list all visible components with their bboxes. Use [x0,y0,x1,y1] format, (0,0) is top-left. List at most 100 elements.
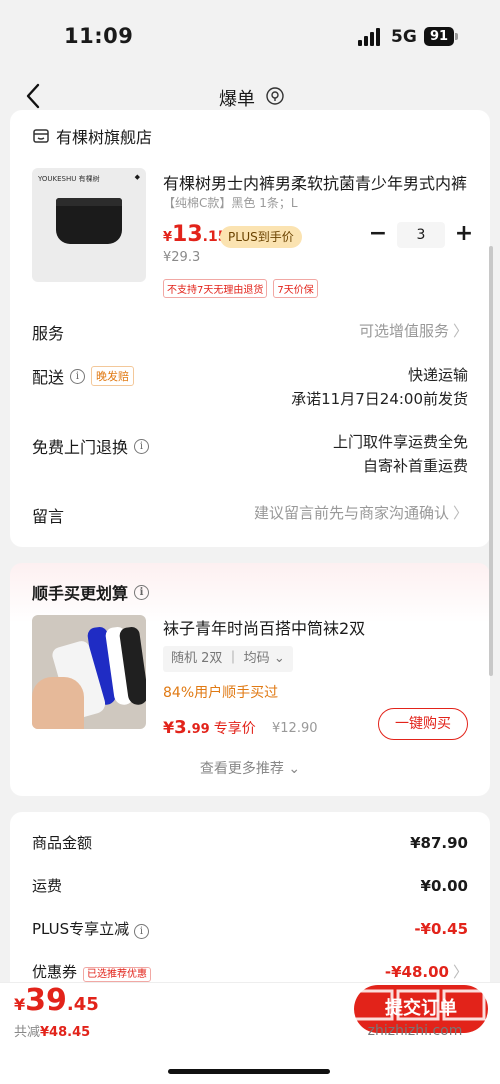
coupon-row[interactable]: 优惠券 已选推荐优惠 -¥48.00 〉 [32,961,468,982]
service-value[interactable]: 可选增值服务〉 [359,319,468,343]
saved-label: 共减 [14,1025,41,1040]
checkout-bar: ¥39.45 共减¥48.45 提交订单 zhizhizhi.com [0,982,500,1084]
one-click-buy-button[interactable]: 一键购买 [378,708,468,740]
decrease-button[interactable]: − [365,222,391,248]
chevron-right-icon: 〉 [452,963,468,981]
service-label: 服务 [32,320,64,344]
addon-title-text: 顺手买更划算 [32,584,129,603]
chevron-down-icon: ⌄ [273,651,285,666]
shop-name: 有棵树旗舰店 [56,128,153,147]
coupon-label-text: 优惠券 [32,963,78,981]
order-card: 有棵树旗舰店 YOUKESHU 有棵树 ◆ 有棵树男士内裤男柔软抗菌青少年男式内… [10,110,490,547]
scrollbar[interactable] [489,246,493,676]
addon-spec-select[interactable]: 随机 2双 ｜ 均码 ⌄ [163,646,293,672]
goods-amount-label: 商品金额 [32,834,93,852]
message-label-text: 留言 [32,507,65,526]
message-input[interactable]: 建议留言前先与商家沟通确认〉 [254,501,468,525]
hand-picture [32,677,84,729]
price-currency: ¥ [163,230,173,245]
addon-price-currency: ¥ [163,718,175,737]
total-currency: ¥ [14,995,26,1014]
battery-tip [455,33,458,40]
addon-price-integer: 3 [174,717,187,738]
underwear-picture [56,198,122,244]
page-title: 爆单 [219,89,255,110]
brand-diamond-icon: ◆ [134,173,140,181]
product-image[interactable]: YOUKESHU 有棵树 ◆ [32,168,146,282]
addon-card: 顺手买更划算 i 袜子青年时尚百搭中筒袜2双 随机 2双 ｜ 均码 ⌄ 84%用… [10,563,490,796]
info-icon[interactable]: i [70,368,86,384]
more-recommendations-link[interactable]: 查看更多推荐 ⌄ [10,758,490,778]
addon-price: ¥3.99 专享价 [163,717,256,738]
freight-label: 运费 [32,877,63,895]
total-saved: 共减¥48.45 [14,1021,90,1040]
coupon-recommended-tag: 已选推荐优惠 [83,967,152,982]
freight-value: ¥0.00 [420,876,468,895]
coupon-value: -¥48.00 [384,963,449,981]
return-pickup-line2: 自寄补首重运费 [362,457,468,475]
product-brand-label: YOUKESHU 有棵树 [38,175,100,183]
delivery-method: 快递运输 [407,366,468,384]
total-decimal: .45 [66,994,99,1015]
info-icon[interactable]: i [134,584,150,600]
shop-name-row[interactable]: 有棵树旗舰店 [32,124,152,148]
chevron-down-icon: ⌄ [288,761,301,777]
price-integer: 13 [172,222,203,247]
price-protect-tag: 7天价保 [273,279,318,298]
return-pickup-value[interactable]: 上门取件享运费全免 自寄补首重运费 [333,430,468,478]
message-label: 留言 [32,503,64,527]
chevron-right-icon: 〉 [452,504,468,522]
goods-amount-value: ¥87.90 [410,833,468,852]
plus-discount-label: PLUS专享立减 i [32,918,149,939]
plus-discount-label-text: PLUS专享立减 [32,920,130,938]
quantity-stepper: − 3 + [365,222,477,248]
delivery-label-text: 配送 [32,368,65,387]
plus-price-badge: PLUS到手价 [220,226,302,248]
battery-icon: 91 [424,27,454,46]
message-placeholder: 建议留言前先与商家沟通确认 [253,504,449,522]
service-value-text: 可选增值服务 [358,322,449,340]
product-title[interactable]: 有棵树男士内裤男柔软抗菌青少年男式内裤 [163,170,475,194]
increase-button[interactable]: + [451,222,477,248]
more-recommendations-text: 查看更多推荐 [199,761,284,777]
addon-section-title: 顺手买更划算 i [32,580,150,604]
quantity-input[interactable]: 3 [397,222,445,248]
info-icon[interactable]: i [134,438,150,454]
addon-popularity-note: 84%用户顺手买过 [163,685,279,701]
product-spec[interactable]: 【纯棉C款】黑色 1条；L [163,194,298,211]
addon-spec-text: 随机 2双 ｜ 均码 [171,651,270,666]
network-type: 5G [391,27,417,47]
freight-row: 运费 ¥0.00 [32,875,468,896]
addon-product-title[interactable]: 袜子青年时尚百搭中筒袜2双 [163,615,365,639]
plus-discount-row: PLUS专享立减 i -¥0.45 [32,918,468,939]
plus-discount-value: -¥0.45 [414,919,468,938]
product-tags: 不支持7天无理由退货 7天价保 [163,279,318,298]
product-price: ¥13.15 [163,222,227,247]
addon-original-price: ¥12.90 [272,721,318,736]
late-compensation-tag: 晚发赔 [91,366,135,386]
chevron-right-icon: 〉 [452,322,468,340]
watermark-logo-icon [350,989,486,1021]
watermark-text: zhizhizhi.com [367,1023,463,1039]
location-icon[interactable] [265,86,285,106]
total-price: ¥39.45 [14,983,99,1018]
return-pickup-label-text: 免费上门退换 [32,438,129,457]
info-icon[interactable]: i [133,924,149,939]
goods-amount-row: 商品金额 ¥87.90 [32,832,468,853]
coupon-label: 优惠券 已选推荐优惠 [32,961,152,982]
original-price: ¥29.3 [163,250,201,265]
addon-price-label: 专享价 [213,721,256,737]
signal-icon [358,28,384,46]
service-label-text: 服务 [32,324,65,343]
no-return-tag: 不支持7天无理由退货 [163,279,268,298]
addon-price-decimal: .99 [186,722,210,737]
home-indicator [168,1069,330,1074]
status-time: 11:09 [64,24,134,48]
socks-image[interactable] [32,615,146,729]
delivery-promise: 承诺11月7日24:00前发货 [291,390,468,408]
delivery-label: 配送 i 晚发赔 [32,364,135,388]
saved-value: ¥48.45 [40,1025,91,1040]
return-pickup-label: 免费上门退换 i [32,434,150,458]
delivery-value[interactable]: 快递运输 承诺11月7日24:00前发货 [291,363,468,411]
status-bar: 11:09 5G 91 [0,0,500,70]
